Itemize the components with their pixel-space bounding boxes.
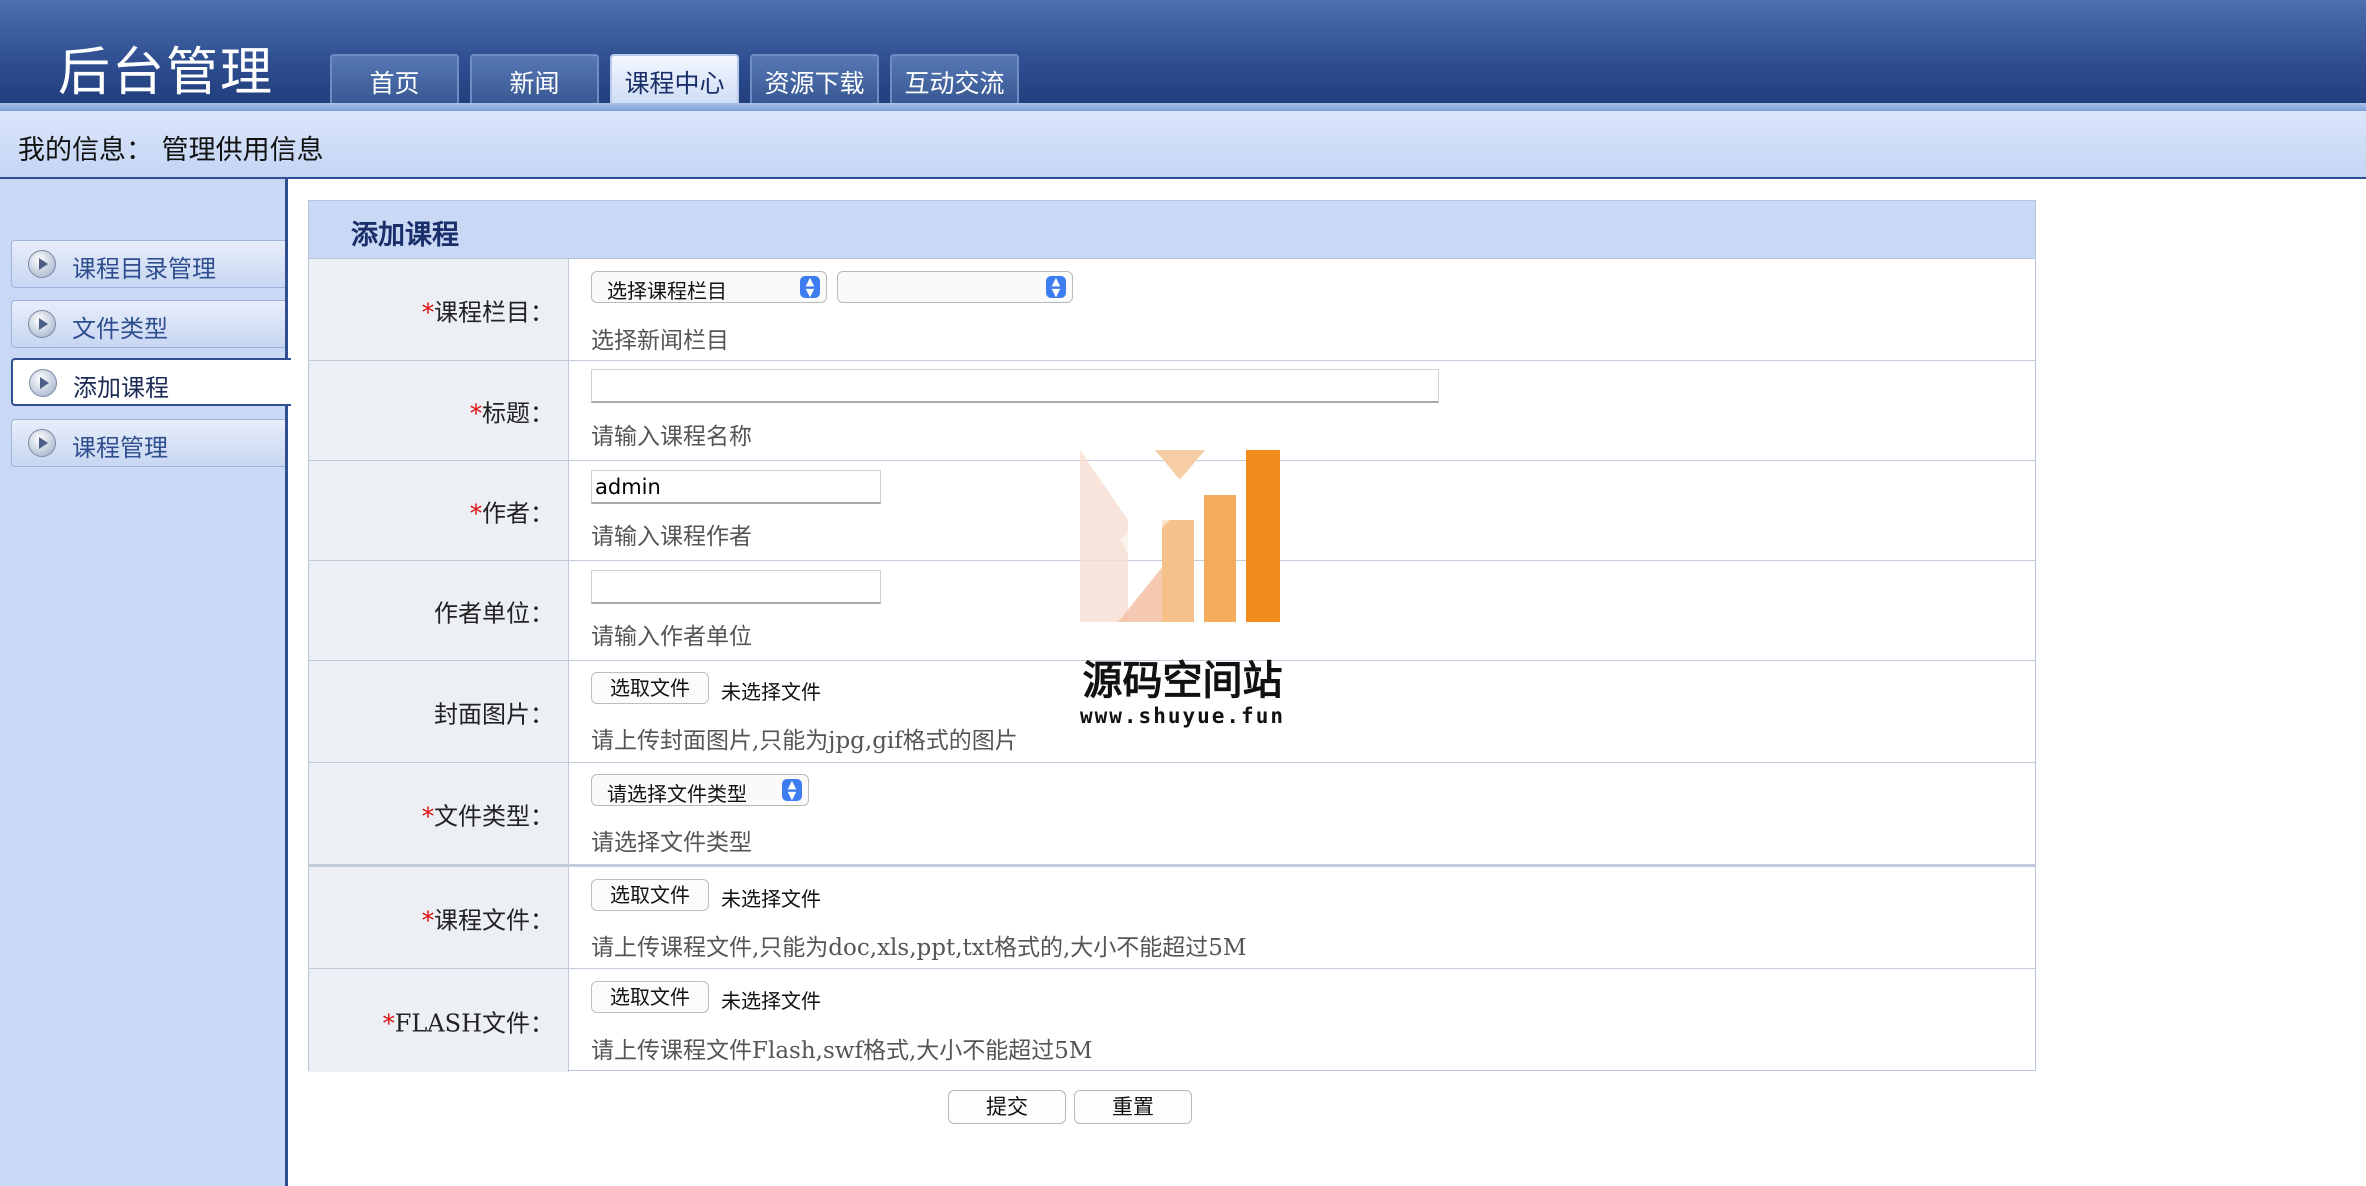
submit-button[interactable]: 提交	[948, 1090, 1066, 1124]
sidebar-item-label: 文件类型	[72, 315, 168, 343]
required-mark: *	[470, 499, 482, 527]
tab-news[interactable]: 新闻	[470, 54, 599, 108]
file-status: 未选择文件	[721, 680, 821, 704]
course-category-select[interactable]: 选择课程栏目 ▲ ▼	[591, 271, 827, 303]
file-status: 未选择文件	[721, 887, 821, 911]
field-hint: 请输入课程作者	[591, 524, 752, 550]
field-hint: 请上传封面图片,只能为jpg,gif格式的图片	[591, 728, 1018, 754]
field-label: *FLASH文件：	[382, 1009, 554, 1037]
field-hint: 请输入课程名称	[591, 424, 752, 450]
row-course-category: *课程栏目： 选择课程栏目 ▲ ▼ ▲ ▼ 选择新闻栏目	[309, 259, 2035, 361]
file-type-select[interactable]: 请选择文件类型 ▲ ▼	[591, 774, 809, 806]
course-file-choose-button[interactable]: 选取文件	[591, 879, 709, 911]
sidebar-item-course-catalog[interactable]: 课程目录管理	[11, 240, 285, 288]
title-input[interactable]	[591, 369, 1439, 403]
required-mark: *	[422, 298, 434, 326]
sidebar-item-label: 课程管理	[72, 434, 168, 462]
arrow-circle-icon	[28, 310, 56, 338]
sidebar-item-add-course[interactable]: 添加课程	[11, 358, 291, 406]
arrow-circle-icon	[28, 250, 56, 278]
info-text: 我的信息： 管理供用信息	[18, 135, 324, 166]
arrow-circle-icon	[28, 429, 56, 457]
field-label: *作者：	[470, 499, 554, 527]
sidebar-item-label: 课程目录管理	[72, 255, 216, 283]
field-hint: 请输入作者单位	[591, 624, 752, 650]
row-course-file: *课程文件： 选取文件 未选择文件 请上传课程文件,只能为doc,xls,ppt…	[309, 867, 2035, 969]
field-label: *文件类型：	[422, 802, 554, 830]
app-title: 后台管理	[58, 43, 275, 103]
cover-choose-file-button[interactable]: 选取文件	[591, 672, 709, 704]
info-bar: 我的信息： 管理供用信息	[0, 111, 2366, 179]
header-divider	[0, 103, 2366, 111]
course-subcategory-select[interactable]: ▲ ▼	[837, 271, 1073, 303]
reset-button[interactable]: 重置	[1074, 1090, 1192, 1124]
field-label: *课程文件：	[422, 906, 554, 934]
tab-resource-download[interactable]: 资源下载	[750, 54, 879, 108]
row-title: *标题： 请输入课程名称	[309, 361, 2035, 461]
add-course-form: 添加课程 *课程栏目： 选择课程栏目 ▲ ▼ ▲ ▼ 选择新闻栏目 *标题： 请输入…	[308, 200, 2036, 1072]
field-hint: 请选择文件类型	[591, 830, 752, 856]
sidebar-item-course-manage[interactable]: 课程管理	[11, 419, 285, 467]
select-arrows-icon: ▲ ▼	[800, 276, 820, 298]
arrow-circle-icon	[29, 369, 57, 397]
sidebar-item-file-type[interactable]: 文件类型	[11, 300, 285, 348]
top-header: 后台管理 首页 新闻 课程中心 资源下载 互动交流	[0, 0, 2366, 112]
form-title-bar: 添加课程	[309, 201, 2035, 259]
select-arrows-icon: ▲ ▼	[1046, 276, 1066, 298]
watermark-name: 源码空间站	[1082, 658, 1283, 704]
field-hint: 请上传课程文件,只能为doc,xls,ppt,txt格式的,大小不能超过5M	[591, 935, 1247, 961]
field-hint: 选择新闻栏目	[591, 328, 729, 354]
sidebar: 课程目录管理 文件类型 添加课程 课程管理	[0, 179, 291, 1186]
field-label: 封面图片：	[434, 700, 554, 728]
required-mark: *	[422, 802, 434, 830]
required-mark: *	[470, 399, 482, 427]
required-mark: *	[382, 1009, 395, 1037]
file-status: 未选择文件	[721, 989, 821, 1013]
field-label: *课程栏目：	[422, 298, 554, 326]
tab-interaction[interactable]: 互动交流	[890, 54, 1019, 108]
tab-home[interactable]: 首页	[330, 54, 459, 108]
sidebar-item-label: 添加课程	[73, 374, 169, 402]
row-file-type: *文件类型： 请选择文件类型 ▲ ▼ 请选择文件类型	[309, 763, 2035, 867]
watermark-url: www.shuyue.fun	[1079, 704, 1285, 728]
form-title: 添加课程	[351, 220, 459, 251]
field-label: *标题：	[470, 399, 554, 427]
flash-file-choose-button[interactable]: 选取文件	[591, 981, 709, 1013]
field-hint: 请上传课程文件Flash,swf格式,大小不能超过5M	[591, 1038, 1093, 1064]
required-mark: *	[422, 906, 434, 934]
select-arrows-icon: ▲ ▼	[782, 779, 802, 801]
watermark-logo-icon	[1080, 450, 1280, 622]
author-unit-input[interactable]	[591, 570, 881, 604]
field-label: 作者单位：	[434, 599, 554, 627]
row-flash-file: *FLASH文件： 选取文件 未选择文件 请上传课程文件Flash,swf格式,…	[309, 969, 2035, 1072]
author-input[interactable]	[591, 470, 881, 504]
